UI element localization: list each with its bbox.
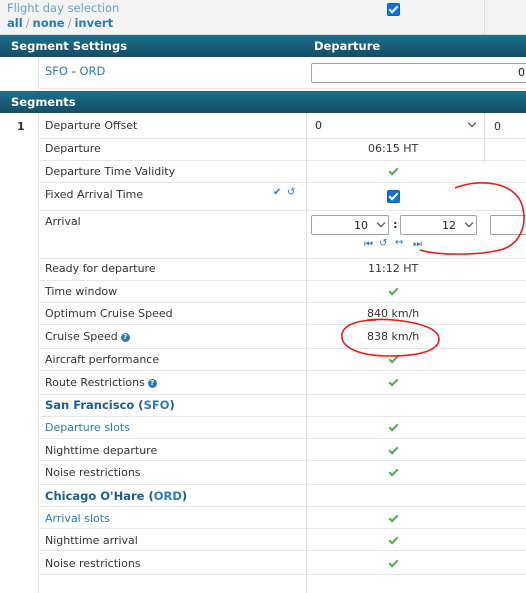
annotation-circle-cruise-speed [341, 318, 440, 357]
annotation-circle-arrival-minute [419, 182, 525, 255]
annotation-layer [341, 182, 525, 357]
